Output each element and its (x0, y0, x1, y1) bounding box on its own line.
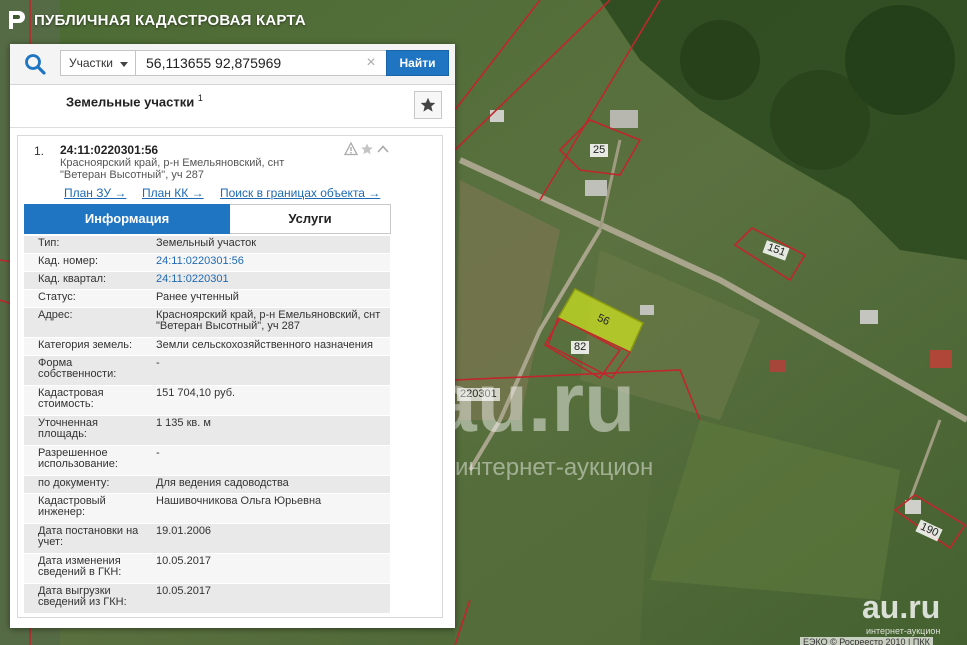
info-row-type: Тип: Земельный участок (24, 236, 390, 254)
info-label: Разрешенное использование: (38, 447, 118, 470)
info-value: Красноярский край, р-н Емельяновский, сн… (156, 309, 381, 332)
chevron-down-icon (120, 62, 128, 67)
info-label: по документу: (38, 477, 110, 489)
info-row-registration-date: Дата постановки на учет: 19.01.2006 (24, 524, 390, 554)
result-address: Красноярский край, р-н Емельяновский, сн… (60, 157, 340, 181)
info-row-export-date: Дата выгрузки сведений из ГКН: 10.05.201… (24, 584, 390, 614)
corner-subtitle: интернет-аукцион (866, 626, 941, 636)
parcel-label-82[interactable]: 82 (571, 341, 590, 354)
info-label: Уточненная площадь: (38, 417, 98, 440)
object-type-value: Участки (69, 56, 113, 70)
star-icon (420, 97, 436, 112)
info-row-cost: Кадастровая стоимость: 151 704,10 руб. (24, 386, 390, 416)
info-value: Ранее учтенный (156, 291, 239, 303)
info-value: 10.05.2017 (156, 585, 212, 597)
section-title-text: Земельные участки (66, 94, 195, 110)
plan-zu-link[interactable]: План ЗУ → (64, 186, 126, 200)
info-value: 151 704,10 руб. (156, 387, 236, 399)
app-title: ПУБЛИЧНАЯ КАДАСТРОВАЯ КАРТА (34, 11, 306, 29)
info-label: Кадастровая стоимость: (38, 387, 104, 410)
info-value: 10.05.2017 (156, 555, 212, 567)
info-row-area: Уточненная площадь: 1 135 кв. м (24, 416, 390, 446)
card-actions (343, 141, 390, 156)
search-icon[interactable] (24, 53, 46, 75)
search-bar: Участки × Найти (10, 44, 455, 85)
info-value: Нашивочникова Ольга Юрьевна (156, 495, 322, 507)
result-address-line: Красноярский край, р-н Емельяновский, сн… (60, 157, 285, 169)
plan-kk-link[interactable]: План КК → (142, 186, 204, 200)
info-row-permitted-use: Разрешенное использование: - (24, 446, 390, 476)
info-label: Форма собственности: (38, 357, 117, 380)
search-in-bounds-link[interactable]: Поиск в границах объекта → (220, 186, 380, 200)
divider (10, 127, 455, 128)
info-row-category: Категория земель: Земли сельскохозяйстве… (24, 338, 390, 356)
warning-icon[interactable] (343, 141, 359, 156)
info-row-address: Адрес: Красноярский край, р-н Емельяновс… (24, 308, 390, 338)
info-row-status: Статус: Ранее учтенный (24, 290, 390, 308)
info-label: Дата выгрузки сведений из ГКН: (38, 585, 127, 608)
parcel-label-25[interactable]: 25 (590, 144, 609, 157)
info-label: Дата изменения сведений в ГКН: (38, 555, 122, 578)
info-value: - (156, 357, 160, 369)
info-label: Категория земель: (38, 339, 133, 351)
section-title: Земельные участки 1 (66, 93, 203, 109)
card-action-icons (343, 141, 389, 156)
info-value: 1 135 кв. м (156, 417, 211, 429)
info-label: Тип: (38, 237, 60, 249)
quarter-link[interactable]: 24:11:0220301 (156, 274, 386, 285)
info-value: Для ведения садоводства (156, 477, 289, 489)
object-type-select[interactable]: Участки (60, 50, 136, 76)
info-label: Кад. квартал: (38, 273, 107, 285)
info-row-ownership: Форма собственности: - (24, 356, 390, 386)
find-button[interactable]: Найти (386, 50, 449, 76)
info-row-change-date: Дата изменения сведений в ГКН: 10.05.201… (24, 554, 390, 584)
pkk-logo-icon (9, 11, 25, 29)
info-value: Земли сельскохозяйственного назначения (156, 339, 373, 351)
search-panel: Участки × Найти Земельные участки 1 1. 2… (10, 44, 455, 628)
chevron-up-icon[interactable] (377, 145, 389, 153)
clear-icon[interactable]: × (362, 54, 380, 72)
result-card[interactable]: 1. 24:11:0220301:56 Красноярский край, р… (17, 135, 443, 618)
corner-logo: au.ru (862, 589, 941, 625)
info-row-cadnum: Кад. номер: 24:11:0220301:56 (24, 254, 390, 272)
info-value: Земельный участок (156, 237, 257, 249)
watermark-logo: au.ru (430, 355, 636, 449)
info-label: Дата постановки на учет: (38, 525, 139, 548)
star-icon[interactable] (361, 143, 373, 155)
info-label: Адрес: (38, 309, 73, 321)
info-row-by-document: по документу: Для ведения садоводства (24, 476, 390, 494)
result-index: 1. (34, 144, 45, 158)
result-cadastral-number[interactable]: 24:11:0220301:56 (60, 143, 158, 157)
result-address-line: "Ветеран Высотный", уч 287 (60, 169, 204, 181)
result-count: 1 (197, 93, 203, 103)
app-header: ПУБЛИЧНАЯ КАДАСТРОВАЯ КАРТА (8, 6, 306, 34)
tab-services[interactable]: Услуги (230, 204, 391, 234)
info-value: 19.01.2006 (156, 525, 212, 537)
info-row-engineer: Кадастровый инженер: Нашивочникова Ольга… (24, 494, 390, 524)
tab-information[interactable]: Информация (24, 204, 230, 234)
search-input[interactable] (135, 50, 387, 76)
info-label: Кадастровый инженер: (38, 495, 106, 518)
copyright: ЕЭКО © Росреестр 2010 | ПКК (800, 637, 933, 645)
cadnum-link[interactable]: 24:11:0220301:56 (156, 256, 386, 267)
info-value: - (156, 447, 160, 459)
info-row-quarter: Кад. квартал: 24:11:0220301 (24, 272, 390, 290)
info-label: Статус: (38, 291, 76, 303)
favorites-button[interactable] (414, 91, 442, 119)
info-table: Тип: Земельный участок Кад. номер: 24:11… (24, 236, 390, 614)
card-tabs: Информация Услуги (24, 204, 391, 234)
info-label: Кад. номер: (38, 255, 99, 267)
watermark-subtitle: интернет-аукцион (455, 454, 654, 481)
